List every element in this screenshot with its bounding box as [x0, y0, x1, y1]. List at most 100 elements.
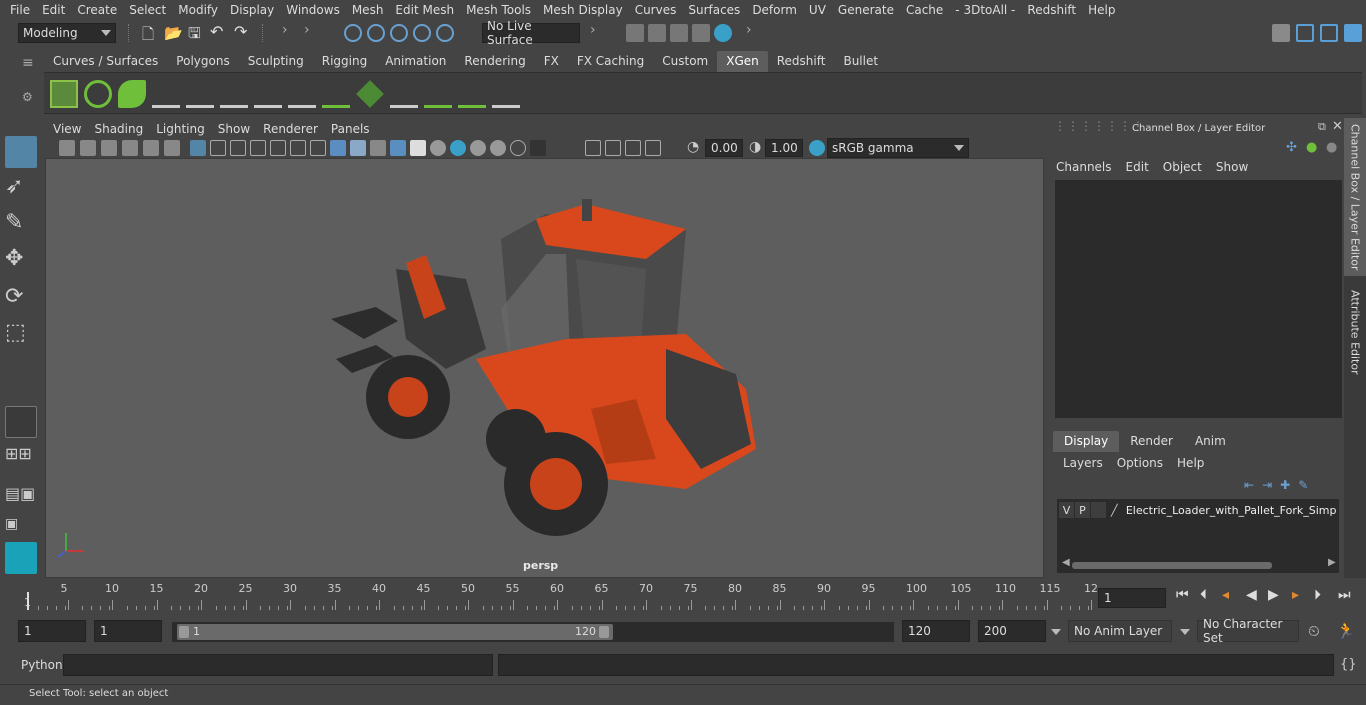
- resolution-gate-icon[interactable]: [230, 140, 246, 156]
- collapse-arrow-icon[interactable]: ›: [304, 22, 310, 38]
- close-icon[interactable]: ✕: [1332, 119, 1343, 134]
- motion-blur-icon[interactable]: [490, 140, 506, 156]
- xray-checker-icon[interactable]: [410, 140, 426, 156]
- anti-alias-icon[interactable]: [510, 140, 526, 156]
- channel-box-menu-show[interactable]: Show: [1216, 160, 1248, 174]
- grid-icon[interactable]: [190, 140, 206, 156]
- new-scene-icon[interactable]: 🗋: [142, 24, 154, 49]
- shelf-menu-icon[interactable]: ≡: [22, 55, 34, 71]
- gamma-field[interactable]: 1.00: [765, 139, 803, 157]
- isolate-select-icon[interactable]: [585, 140, 601, 156]
- animation-preferences-icon[interactable]: ⏲: [1308, 622, 1320, 640]
- lights-icon[interactable]: [430, 140, 446, 156]
- snap-point-icon[interactable]: [390, 24, 408, 42]
- menu-3dtoall[interactable]: - 3DtoAll -: [949, 3, 1021, 17]
- exposure-field[interactable]: 0.00: [705, 139, 743, 157]
- shelf-tab-rigging[interactable]: Rigging: [312, 51, 377, 72]
- menu-mesh-display[interactable]: Mesh Display: [537, 3, 629, 17]
- xgen-editor-icon[interactable]: [50, 80, 78, 108]
- shelf-tab-custom[interactable]: Custom: [653, 51, 718, 72]
- time-slider[interactable]: 1510152025303540455055606570758085909510…: [20, 582, 1098, 610]
- layout-toggle-icon[interactable]: ▣: [5, 516, 37, 534]
- command-language-label[interactable]: Python: [21, 658, 63, 672]
- shadows-icon[interactable]: [450, 140, 466, 156]
- menu-cache[interactable]: Cache: [900, 3, 949, 17]
- snap-surface-icon[interactable]: [436, 24, 454, 42]
- textured-icon[interactable]: [390, 140, 406, 156]
- viewport-menu-show[interactable]: Show: [218, 122, 250, 136]
- shelf-tab-sculpting[interactable]: Sculpting: [238, 51, 313, 72]
- perspective-viewport[interactable]: persp: [45, 158, 1044, 578]
- maya-logo-icon[interactable]: [5, 542, 37, 574]
- play-backwards-icon[interactable]: ◀: [1246, 587, 1257, 603]
- scroll-right-icon[interactable]: ▶: [1328, 557, 1336, 568]
- lock-guide-icon[interactable]: [288, 80, 316, 108]
- go-to-start-icon[interactable]: ⏮: [1176, 587, 1189, 603]
- xgen-preview-icon[interactable]: [84, 80, 112, 108]
- menu-deform[interactable]: Deform: [746, 3, 803, 17]
- scroll-thumb[interactable]: [1072, 562, 1272, 569]
- lasso-tool-icon[interactable]: ➶: [5, 174, 37, 206]
- layer-tab-anim[interactable]: Anim: [1184, 431, 1237, 452]
- color-management-icon[interactable]: [809, 140, 825, 156]
- current-time-marker[interactable]: [27, 592, 29, 610]
- float-panel-icon[interactable]: ⧉: [1318, 120, 1326, 134]
- range-end-handle[interactable]: [599, 626, 609, 638]
- dof-icon[interactable]: [530, 140, 546, 156]
- collapse-arrow-icon[interactable]: ›: [746, 22, 752, 38]
- layout-icon[interactable]: [1296, 24, 1314, 42]
- snap-curve-icon[interactable]: [367, 24, 385, 42]
- shelf-tab-curves-surfaces[interactable]: Curves / Surfaces: [44, 51, 168, 72]
- mode-dropdown[interactable]: Modeling: [18, 23, 116, 43]
- layer-menu-help[interactable]: Help: [1177, 456, 1204, 470]
- undo-icon[interactable]: ↶: [210, 22, 223, 41]
- grease-pencil-icon[interactable]: [164, 140, 180, 156]
- menu-select[interactable]: Select: [123, 3, 172, 17]
- add-guide-icon[interactable]: [152, 80, 180, 108]
- snap-view-plane-icon[interactable]: [413, 24, 431, 42]
- sculpt-guide-icon[interactable]: [390, 80, 418, 108]
- channel-box-menu-object[interactable]: Object: [1163, 160, 1202, 174]
- electric-loader-model[interactable]: [46, 159, 1044, 578]
- step-forward-key-icon[interactable]: ⏵: [1314, 587, 1321, 603]
- menu-help[interactable]: Help: [1082, 3, 1121, 17]
- grass-icon[interactable]: [424, 80, 452, 108]
- snap-grid-icon[interactable]: [344, 24, 362, 42]
- menu-display[interactable]: Display: [224, 3, 280, 17]
- safe-action-icon[interactable]: [290, 140, 306, 156]
- rotate-tool-icon[interactable]: ⟳: [5, 284, 37, 316]
- menu-create[interactable]: Create: [71, 3, 123, 17]
- script-editor-icon[interactable]: {}: [1340, 657, 1357, 672]
- collapse-arrow-icon[interactable]: ›: [590, 22, 596, 38]
- layer-grid-icon[interactable]: [356, 80, 384, 108]
- ambient-occlusion-icon[interactable]: [470, 140, 486, 156]
- chevron-down-icon[interactable]: [1051, 629, 1061, 635]
- safe-title-icon[interactable]: [310, 140, 326, 156]
- channel-box-menu-edit[interactable]: Edit: [1126, 160, 1149, 174]
- move-layer-down-icon[interactable]: ⇥: [1262, 478, 1272, 492]
- auto-key-icon[interactable]: 🏃: [1336, 621, 1356, 640]
- layer-tab-display[interactable]: Display: [1053, 431, 1120, 452]
- menu-redshift[interactable]: Redshift: [1021, 3, 1082, 17]
- shelf-tab-xgen[interactable]: XGen: [717, 51, 768, 72]
- default-material-icon[interactable]: [370, 140, 386, 156]
- new-layer-icon[interactable]: ✚: [1280, 478, 1290, 492]
- current-frame-field[interactable]: 1: [1098, 588, 1166, 608]
- layer-color-swatch[interactable]: ╱: [1107, 502, 1122, 518]
- play-forwards-icon[interactable]: ▶: [1268, 587, 1279, 603]
- shelf-settings-icon[interactable]: ⚙: [22, 90, 33, 104]
- bookmark-icon[interactable]: [101, 140, 117, 156]
- comb-icon[interactable]: [458, 80, 486, 108]
- layer-tab-render[interactable]: Render: [1119, 431, 1184, 452]
- xray-joints-icon[interactable]: [625, 140, 641, 156]
- field-chart-icon[interactable]: [270, 140, 286, 156]
- shelf-tab-fx-caching[interactable]: FX Caching: [567, 51, 654, 72]
- character-set-dropdown[interactable]: No Character Set: [1197, 617, 1299, 645]
- viewport-menu-panels[interactable]: Panels: [331, 122, 370, 136]
- smooth-shade-icon[interactable]: [350, 140, 366, 156]
- step-back-key-icon[interactable]: ⏴: [1200, 587, 1207, 603]
- open-scene-icon[interactable]: 📂: [164, 24, 183, 42]
- new-layer-selected-icon[interactable]: ✎: [1298, 478, 1308, 492]
- four-view-layout-icon[interactable]: ⊞⊞: [5, 444, 37, 474]
- camera-icon[interactable]: [59, 140, 75, 156]
